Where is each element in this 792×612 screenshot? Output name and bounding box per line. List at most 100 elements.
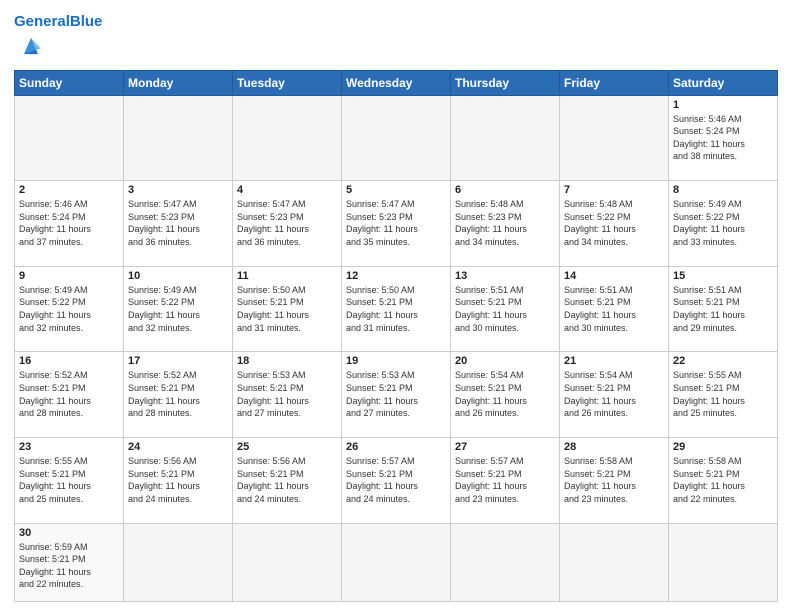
day-info: Sunrise: 5:49 AM Sunset: 5:22 PM Dayligh… <box>673 198 773 248</box>
day-info: Sunrise: 5:49 AM Sunset: 5:22 PM Dayligh… <box>19 284 119 334</box>
calendar-cell <box>233 523 342 601</box>
day-number: 27 <box>455 441 555 453</box>
calendar-cell <box>451 95 560 181</box>
day-info: Sunrise: 5:48 AM Sunset: 5:23 PM Dayligh… <box>455 198 555 248</box>
day-info: Sunrise: 5:53 AM Sunset: 5:21 PM Dayligh… <box>237 369 337 419</box>
day-number: 5 <box>346 184 446 196</box>
calendar-cell <box>669 523 778 601</box>
day-number: 17 <box>128 355 228 367</box>
day-number: 14 <box>564 270 664 282</box>
weekday-header-monday: Monday <box>124 70 233 95</box>
calendar-cell: 18 Sunrise: 5:53 AM Sunset: 5:21 PM Dayli… <box>233 352 342 438</box>
calendar-cell: 19 Sunrise: 5:53 AM Sunset: 5:21 PM Dayli… <box>342 352 451 438</box>
day-info: Sunrise: 5:46 AM Sunset: 5:24 PM Dayligh… <box>19 198 119 248</box>
day-number: 18 <box>237 355 337 367</box>
week-row-5: 23Sunrise: 5:55 AM Sunset: 5:21 PM Dayli… <box>15 438 778 524</box>
calendar-cell <box>124 95 233 181</box>
day-info: Sunrise: 5:58 AM Sunset: 5:21 PM Dayligh… <box>673 455 773 505</box>
calendar-cell: 11 Sunrise: 5:50 AM Sunset: 5:21 PM Dayli… <box>233 266 342 352</box>
calendar-cell <box>342 95 451 181</box>
weekday-header-wednesday: Wednesday <box>342 70 451 95</box>
day-number: 24 <box>128 441 228 453</box>
calendar-cell <box>342 523 451 601</box>
calendar-cell: 7 Sunrise: 5:48 AM Sunset: 5:22 PM Daylig… <box>560 181 669 267</box>
day-number: 19 <box>346 355 446 367</box>
weekday-header-thursday: Thursday <box>451 70 560 95</box>
day-number: 30 <box>19 527 119 539</box>
day-info: Sunrise: 5:51 AM Sunset: 5:21 PM Dayligh… <box>455 284 555 334</box>
calendar-cell: 25 Sunrise: 5:56 AM Sunset: 5:21 PM Dayli… <box>233 438 342 524</box>
day-info: Sunrise: 5:50 AM Sunset: 5:21 PM Dayligh… <box>346 284 446 334</box>
calendar-cell: 27 Sunrise: 5:57 AM Sunset: 5:21 PM Dayli… <box>451 438 560 524</box>
calendar-cell: 1 Sunrise: 5:46 AM Sunset: 5:24 PM Daylig… <box>669 95 778 181</box>
calendar-cell: 30 Sunrise: 5:59 AM Sunset: 5:21 PM Dayli… <box>15 523 124 601</box>
day-info: Sunrise: 5:47 AM Sunset: 5:23 PM Dayligh… <box>346 198 446 248</box>
page: GeneralBlue SundayMondayTuesdayWednesday… <box>0 0 792 612</box>
day-number: 23 <box>19 441 119 453</box>
calendar-cell <box>560 523 669 601</box>
calendar-cell: 14 Sunrise: 5:51 AM Sunset: 5:21 PM Dayli… <box>560 266 669 352</box>
day-info: Sunrise: 5:58 AM Sunset: 5:21 PM Dayligh… <box>564 455 664 505</box>
week-row-3: 9 Sunrise: 5:49 AM Sunset: 5:22 PM Daylig… <box>15 266 778 352</box>
day-number: 10 <box>128 270 228 282</box>
calendar-table: SundayMondayTuesdayWednesdayThursdayFrid… <box>14 70 778 603</box>
day-info: Sunrise: 5:59 AM Sunset: 5:21 PM Dayligh… <box>19 541 119 591</box>
day-number: 28 <box>564 441 664 453</box>
week-row-1: 1 Sunrise: 5:46 AM Sunset: 5:24 PM Daylig… <box>15 95 778 181</box>
day-number: 12 <box>346 270 446 282</box>
calendar-cell <box>233 95 342 181</box>
day-number: 15 <box>673 270 773 282</box>
calendar-cell: 24 Sunrise: 5:56 AM Sunset: 5:21 PM Dayli… <box>124 438 233 524</box>
logo-blue: Blue <box>70 13 103 30</box>
day-number: 26 <box>346 441 446 453</box>
day-number: 9 <box>19 270 119 282</box>
day-info: Sunrise: 5:57 AM Sunset: 5:21 PM Dayligh… <box>455 455 555 505</box>
calendar-cell: 3Sunrise: 5:47 AM Sunset: 5:23 PM Daylig… <box>124 181 233 267</box>
header: GeneralBlue <box>14 10 778 64</box>
calendar-cell: 9 Sunrise: 5:49 AM Sunset: 5:22 PM Daylig… <box>15 266 124 352</box>
day-number: 21 <box>564 355 664 367</box>
logo-text: GeneralBlue <box>14 14 102 31</box>
calendar-cell <box>560 95 669 181</box>
day-info: Sunrise: 5:54 AM Sunset: 5:21 PM Dayligh… <box>455 369 555 419</box>
calendar-cell: 12 Sunrise: 5:50 AM Sunset: 5:21 PM Dayli… <box>342 266 451 352</box>
calendar-cell: 10 Sunrise: 5:49 AM Sunset: 5:22 PM Dayli… <box>124 266 233 352</box>
calendar-cell: 23Sunrise: 5:55 AM Sunset: 5:21 PM Dayli… <box>15 438 124 524</box>
week-row-2: 2Sunrise: 5:46 AM Sunset: 5:24 PM Daylig… <box>15 181 778 267</box>
day-info: Sunrise: 5:47 AM Sunset: 5:23 PM Dayligh… <box>237 198 337 248</box>
day-number: 13 <box>455 270 555 282</box>
calendar-cell: 21Sunrise: 5:54 AM Sunset: 5:21 PM Dayli… <box>560 352 669 438</box>
calendar-cell: 26Sunrise: 5:57 AM Sunset: 5:21 PM Dayli… <box>342 438 451 524</box>
weekday-header-saturday: Saturday <box>669 70 778 95</box>
day-info: Sunrise: 5:53 AM Sunset: 5:21 PM Dayligh… <box>346 369 446 419</box>
calendar-cell: 17Sunrise: 5:52 AM Sunset: 5:21 PM Dayli… <box>124 352 233 438</box>
day-number: 16 <box>19 355 119 367</box>
day-info: Sunrise: 5:51 AM Sunset: 5:21 PM Dayligh… <box>673 284 773 334</box>
day-number: 25 <box>237 441 337 453</box>
logo-icon <box>17 31 45 59</box>
day-info: Sunrise: 5:48 AM Sunset: 5:22 PM Dayligh… <box>564 198 664 248</box>
calendar-cell: 13 Sunrise: 5:51 AM Sunset: 5:21 PM Dayli… <box>451 266 560 352</box>
logo: GeneralBlue <box>14 14 102 64</box>
weekday-header-tuesday: Tuesday <box>233 70 342 95</box>
day-info: Sunrise: 5:46 AM Sunset: 5:24 PM Dayligh… <box>673 113 773 163</box>
day-info: Sunrise: 5:56 AM Sunset: 5:21 PM Dayligh… <box>128 455 228 505</box>
day-info: Sunrise: 5:56 AM Sunset: 5:21 PM Dayligh… <box>237 455 337 505</box>
day-number: 1 <box>673 99 773 111</box>
day-number: 11 <box>237 270 337 282</box>
day-number: 22 <box>673 355 773 367</box>
calendar-cell: 8Sunrise: 5:49 AM Sunset: 5:22 PM Daylig… <box>669 181 778 267</box>
weekday-header-row: SundayMondayTuesdayWednesdayThursdayFrid… <box>15 70 778 95</box>
calendar-cell: 22Sunrise: 5:55 AM Sunset: 5:21 PM Dayli… <box>669 352 778 438</box>
day-info: Sunrise: 5:50 AM Sunset: 5:21 PM Dayligh… <box>237 284 337 334</box>
day-info: Sunrise: 5:49 AM Sunset: 5:22 PM Dayligh… <box>128 284 228 334</box>
day-number: 4 <box>237 184 337 196</box>
day-number: 20 <box>455 355 555 367</box>
day-number: 7 <box>564 184 664 196</box>
day-info: Sunrise: 5:51 AM Sunset: 5:21 PM Dayligh… <box>564 284 664 334</box>
calendar-cell: 2Sunrise: 5:46 AM Sunset: 5:24 PM Daylig… <box>15 181 124 267</box>
calendar-cell: 6 Sunrise: 5:48 AM Sunset: 5:23 PM Daylig… <box>451 181 560 267</box>
day-number: 6 <box>455 184 555 196</box>
day-number: 3 <box>128 184 228 196</box>
calendar-cell: 15 Sunrise: 5:51 AM Sunset: 5:21 PM Dayli… <box>669 266 778 352</box>
